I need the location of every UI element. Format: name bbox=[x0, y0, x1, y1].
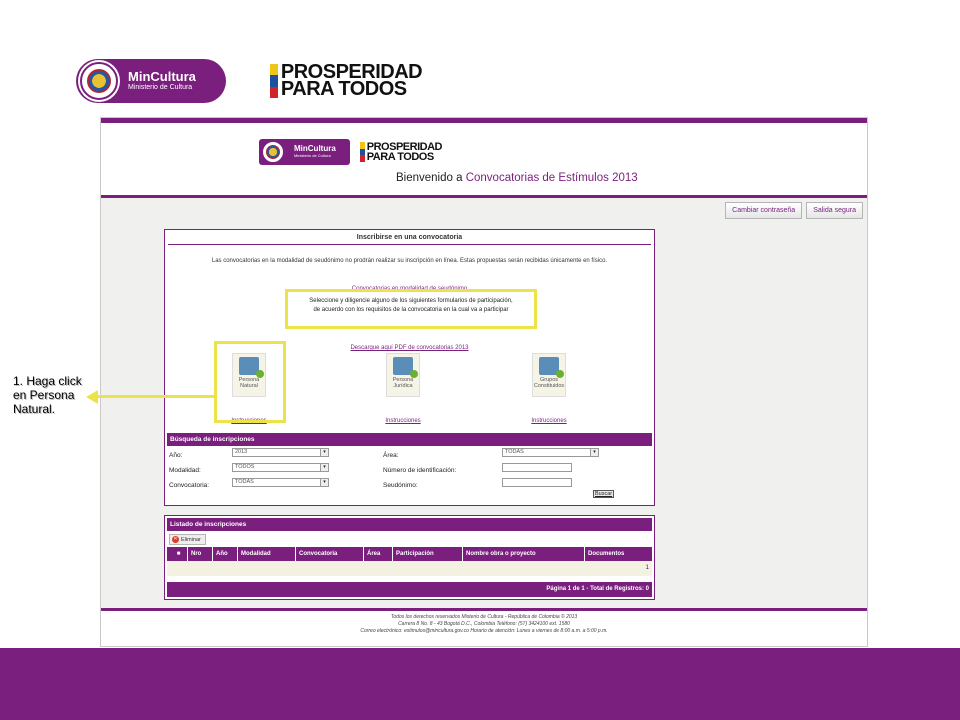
persona-natural-highlight bbox=[214, 341, 286, 423]
col-area[interactable]: Área bbox=[364, 547, 393, 561]
welcome-prefix: Bienvenido a bbox=[396, 172, 466, 184]
option-persona-juridica[interactable]: Persona Jurídica Instrucciones bbox=[367, 353, 439, 427]
app-footer: Todos los derechos reservados Misterio d… bbox=[101, 608, 867, 646]
persona-juridica-card[interactable]: Persona Jurídica bbox=[386, 353, 420, 397]
arrow-left-icon bbox=[86, 390, 98, 404]
chevron-down-icon: ▾ bbox=[590, 449, 598, 456]
header-prosperidad-logo: PROSPERIDAD PARA TODOS bbox=[359, 142, 442, 163]
area-label: Área: bbox=[383, 452, 399, 459]
mincultura-logo: MinCultura Ministerio de Cultura bbox=[76, 59, 226, 103]
chevron-down-icon: ▾ bbox=[320, 479, 328, 486]
year-value: 2013 bbox=[235, 449, 248, 455]
call-label: Convocatoria: bbox=[169, 482, 210, 489]
option-grupos-constituidos[interactable]: Grupos Constituidos Instrucciones bbox=[513, 353, 585, 427]
flag-bars-icon bbox=[359, 142, 365, 163]
col-convocatoria[interactable]: Convocatoria bbox=[296, 547, 364, 561]
col-documentos[interactable]: Documentos bbox=[585, 547, 652, 561]
inscription-panel: Inscribirse en una convocatoria Las conv… bbox=[164, 229, 655, 506]
header-logos: MinCultura Ministerio de Cultura PROSPER… bbox=[259, 139, 442, 165]
area-select[interactable]: TODAS ▾ bbox=[502, 448, 599, 457]
delete-label: Eliminar bbox=[181, 536, 201, 543]
colombia-seal-icon bbox=[262, 141, 284, 163]
header-prosperidad-line2: PARA TODOS bbox=[366, 151, 434, 163]
header-mincultura-sub: Ministerio de Cultura bbox=[294, 153, 331, 159]
grupos-constituidos-card[interactable]: Grupos Constituidos bbox=[532, 353, 566, 397]
col-modalidad[interactable]: Modalidad bbox=[238, 547, 296, 561]
pager: Página 1 de 1 - Total de Registros: 0 bbox=[167, 582, 652, 597]
call-value: TODAS bbox=[235, 479, 254, 485]
footer-line1: Todos los derechos reservados Misterio d… bbox=[390, 614, 578, 620]
annotation-text: 1. Haga click en Persona Natural. bbox=[13, 374, 82, 416]
delete-button[interactable]: ✕ Eliminar bbox=[169, 534, 206, 545]
notice-box: Seleccione y diligencie alguno de los si… bbox=[285, 289, 537, 329]
year-label: Año: bbox=[169, 452, 183, 459]
chevron-down-icon: ▾ bbox=[320, 449, 328, 456]
prosperidad-line2: PARA TODOS bbox=[280, 78, 407, 100]
grupos-icon bbox=[539, 357, 564, 378]
delete-x-icon: ✕ bbox=[172, 536, 179, 543]
instrucciones-link[interactable]: Instrucciones bbox=[385, 418, 420, 424]
bottom-band bbox=[0, 648, 960, 720]
instrucciones-link[interactable]: Instrucciones bbox=[531, 418, 566, 424]
notice-line1: Seleccione y diligencie alguno de los si… bbox=[309, 298, 513, 304]
footer-line2: Carrera 8 No. 8 - 43 Bogotá D.C., Colomb… bbox=[398, 621, 570, 627]
app-body: Cambiar contraseña Salida segura Inscrib… bbox=[101, 198, 867, 608]
list-title: Listado de inscripciones bbox=[167, 518, 652, 531]
inscriptions-list-panel: Listado de inscripciones ✕ Eliminar ■ Nro… bbox=[164, 515, 655, 600]
pseudonym-input[interactable] bbox=[502, 478, 572, 487]
option-label: Persona Jurídica bbox=[392, 377, 414, 389]
area-value: TODAS bbox=[505, 449, 524, 455]
id-label: Número de identificación: bbox=[383, 467, 457, 474]
change-password-button[interactable]: Cambiar contraseña bbox=[725, 202, 803, 219]
mincultura-sub: Ministerio de Cultura bbox=[128, 84, 193, 92]
pdf-download-link[interactable]: Descargue aquí PDF de convocatorias 2013 bbox=[350, 345, 468, 351]
mincultura-name: MinCultura bbox=[128, 69, 196, 84]
modality-label: Modalidad: bbox=[169, 467, 201, 474]
option-label: Grupos Constituidos bbox=[533, 377, 565, 389]
id-input[interactable] bbox=[502, 463, 572, 472]
intro-text: Las convocatorias en la modalidad de seu… bbox=[211, 258, 608, 264]
annotation-arrow-line bbox=[96, 395, 214, 398]
col-nro[interactable]: Nro bbox=[188, 547, 213, 561]
header-mincultura-logo: MinCultura Ministerio de Cultura bbox=[259, 139, 350, 165]
modality-select[interactable]: TODOS ▾ bbox=[232, 463, 329, 472]
search-button[interactable]: Buscar bbox=[593, 490, 615, 498]
year-select[interactable]: 2013 ▾ bbox=[232, 448, 329, 457]
inscriptions-table: ■ Nro Año Modalidad Convocatoria Área Pa… bbox=[167, 547, 652, 576]
select-all-checkbox[interactable]: ■ bbox=[167, 547, 188, 561]
search-title: Búsqueda de inscripciones bbox=[167, 433, 652, 446]
col-participacion[interactable]: Participación bbox=[393, 547, 463, 561]
welcome-text: Bienvenido a Convocatorias de Estímulos … bbox=[396, 172, 638, 184]
logout-button[interactable]: Salida segura bbox=[806, 202, 863, 219]
col-nombre-obra[interactable]: Nombre obra o proyecto bbox=[463, 547, 585, 561]
persona-juridica-icon bbox=[393, 357, 418, 378]
top-buttons: Cambiar contraseña Salida segura bbox=[725, 202, 863, 219]
app-screenshot: MinCultura Ministerio de Cultura PROSPER… bbox=[100, 117, 868, 647]
chevron-down-icon: ▾ bbox=[320, 464, 328, 471]
flag-bars-icon bbox=[269, 64, 278, 98]
footer-line3: Correo electrónico: estimulos@mincultura… bbox=[360, 628, 608, 634]
prosperidad-logo: PROSPERIDAD PARA TODOS bbox=[269, 62, 423, 100]
welcome-highlight: Convocatorias de Estímulos 2013 bbox=[465, 172, 638, 184]
col-anio[interactable]: Año bbox=[213, 547, 238, 561]
call-select[interactable]: TODAS ▾ bbox=[232, 478, 329, 487]
table-row: 1 bbox=[167, 561, 652, 576]
notice-line2: de acuerdo con los requisitos de la conv… bbox=[313, 307, 509, 313]
table-header: ■ Nro Año Modalidad Convocatoria Área Pa… bbox=[167, 547, 652, 561]
pseudonym-label: Seudónimo: bbox=[383, 482, 418, 489]
app-header: MinCultura Ministerio de Cultura PROSPER… bbox=[101, 123, 867, 195]
colombia-seal-icon bbox=[80, 62, 118, 100]
panel-title: Inscribirse en una convocatoria bbox=[168, 231, 651, 245]
slide-logos: MinCultura Ministerio de Cultura PROSPER… bbox=[76, 58, 423, 104]
modality-value: TODOS bbox=[235, 464, 255, 470]
